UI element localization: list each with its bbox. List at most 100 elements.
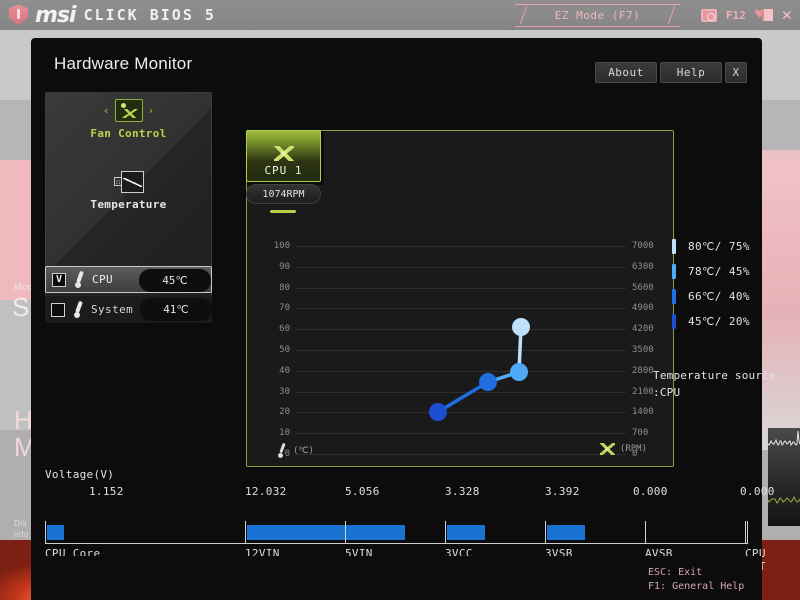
msi-brand-text: msi xyxy=(35,3,76,28)
voltage-tick xyxy=(45,521,46,543)
voltage-tick xyxy=(745,521,746,543)
voltage-baseline xyxy=(45,543,748,544)
legend-swatch xyxy=(672,239,676,254)
voltage-value-3vsb: 3.392 xyxy=(545,485,580,498)
close-icon[interactable]: ✕ xyxy=(782,7,792,24)
sidebar-item-fan-control[interactable]: ‹ › Fan Control xyxy=(46,99,211,140)
fan-tab-cpu1[interactable]: CPU 1 xyxy=(246,130,321,182)
voltage-bar-3vcc xyxy=(447,525,485,540)
voltage-bars: 1.152 CPU Core 12.032 12VIN 5.056 5VIN 3.328 3V… xyxy=(45,485,748,563)
y-axis-tick-left: 20 xyxy=(256,407,290,417)
y-axis-tick-left: 70 xyxy=(256,303,290,313)
sensor-value-cpu: 45℃ xyxy=(139,269,211,292)
background-dis-text: Dis xyxy=(14,519,27,528)
fan-tab-indicator xyxy=(270,210,296,213)
legend-label: 45℃/ 20% xyxy=(688,315,750,328)
next-arrow-icon[interactable]: › xyxy=(148,104,155,117)
camera-icon[interactable] xyxy=(701,9,717,22)
legend-swatch xyxy=(672,289,676,304)
top-toolbar: msi CLICK BIOS 5 EZ Mode (F7) F12 ✕ xyxy=(0,0,800,30)
page-title: Hardware Monitor xyxy=(54,54,192,74)
legend-label: 78℃/ 45% xyxy=(688,265,750,278)
legend-swatch xyxy=(672,264,676,279)
voltage-value-12vin: 12.032 xyxy=(245,485,287,498)
click-bios-title: CLICK BIOS 5 xyxy=(84,6,216,24)
fan-icon xyxy=(274,146,294,161)
system-checkbox[interactable] xyxy=(51,303,65,317)
sensor-row-system[interactable]: System 41℃ xyxy=(45,296,212,323)
y-axis-tick-left: 60 xyxy=(256,324,290,334)
window-button-group: About Help X xyxy=(595,62,747,83)
chart-legend: 80℃/ 75% 78℃/ 45% 66℃/ 40% 45℃/ 20% xyxy=(672,236,800,336)
y-axis-tick-right: 700 xyxy=(632,428,672,438)
voltage-section: Voltage(V) 1.152 CPU Core 12.032 12VIN 5.056… xyxy=(45,468,748,563)
temperature-chart-icon: ☐ xyxy=(114,171,144,193)
x-axis-unit: (℃) xyxy=(293,446,314,456)
y-axis-tick-left: 100 xyxy=(256,241,290,251)
help-hints: ESC: Exit F1: General Help xyxy=(648,566,800,594)
sidebar-item-temperature[interactable]: ☐ Temperature xyxy=(46,171,211,211)
fan-curve-point-2[interactable] xyxy=(510,363,528,381)
fan-curve-point-1[interactable] xyxy=(479,373,497,391)
fan-curve-point-0[interactable] xyxy=(429,403,447,421)
prev-arrow-icon[interactable]: ‹ xyxy=(103,104,110,117)
temperature-source-label: Temperature source xyxy=(653,367,800,384)
y-axis-tick-left: 30 xyxy=(256,387,290,397)
ez-mode-button[interactable]: EZ Mode (F7) xyxy=(515,4,680,26)
fan-chart-icon xyxy=(115,99,143,122)
legend-row-0: 80℃/ 75% xyxy=(672,236,800,257)
y-axis-tick-left: 50 xyxy=(256,345,290,355)
sidebar-label-temperature: Temperature xyxy=(46,198,211,211)
favorites-icon[interactable] xyxy=(755,8,773,22)
cpu-checkbox[interactable]: V xyxy=(52,273,66,287)
fan-control-icon-row: ‹ › xyxy=(46,99,211,122)
fan-rpm-readout: 1074RPM xyxy=(246,184,321,204)
y-axis-tick-right: 6300 xyxy=(632,262,672,272)
voltage-bar-5vin xyxy=(347,525,405,540)
legend-row-3: 45℃/ 20% xyxy=(672,311,800,332)
legend-label: 66℃/ 40% xyxy=(688,290,750,303)
sensor-row-cpu[interactable]: V CPU 45℃ xyxy=(45,266,212,293)
chart-axis-icons: (℃) (RPM) xyxy=(247,443,675,463)
fan-curve-point-3[interactable] xyxy=(512,318,530,336)
legend-label: 80℃/ 75% xyxy=(688,240,750,253)
temperature-waveform xyxy=(123,178,142,187)
temperature-source-value: :CPU xyxy=(653,384,800,401)
hint-esc: ESC: Exit xyxy=(648,566,800,580)
voltage-tick-end xyxy=(747,521,748,543)
screenshot-key-label: F12 xyxy=(726,9,746,22)
about-button[interactable]: About xyxy=(595,62,657,83)
y-axis-tick-left: 90 xyxy=(256,262,290,272)
voltage-value-cpu-core: 1.152 xyxy=(89,485,124,498)
voltage-tick xyxy=(345,521,346,543)
y-axis-tick-right: 4900 xyxy=(632,303,672,313)
legend-swatch xyxy=(672,314,676,329)
voltage-value-cpu-vtt: 0.000 xyxy=(740,485,775,498)
toolbar-icon-group: F12 ✕ xyxy=(701,0,792,30)
fan-icon xyxy=(600,443,615,455)
y-axis-tick-left: 40 xyxy=(256,366,290,376)
y-axis-tick-right: 3500 xyxy=(632,345,672,355)
y-axis-tick-right: 7000 xyxy=(632,241,672,251)
ez-mode-line-bottom xyxy=(515,26,680,27)
y-axis-tick-right: 5600 xyxy=(632,283,672,293)
close-window-button[interactable]: X xyxy=(725,62,747,83)
voltage-tick xyxy=(445,521,446,543)
voltage-value-avsb: 0.000 xyxy=(633,485,668,498)
voltage-title: Voltage(V) xyxy=(45,468,748,481)
y-axis-tick-right: 4200 xyxy=(632,324,672,334)
hardware-monitor-window: Hardware Monitor About Help X ‹ › Fan Co… xyxy=(31,38,762,556)
fan-curve-plot[interactable]: 100 7000 90 6300 80 5600 70 4900 60 4200 50 3500 40 2… xyxy=(296,246,626,454)
y-axis-tick-left: 80 xyxy=(256,283,290,293)
thermometer-icon xyxy=(73,271,86,288)
legend-row-1: 78℃/ 45% xyxy=(672,261,800,282)
thermometer-icon xyxy=(72,301,85,318)
hint-f1: F1: General Help xyxy=(648,580,800,594)
fan-tab-label: CPU 1 xyxy=(264,164,302,177)
help-button[interactable]: Help xyxy=(660,62,722,83)
bios-screen: Mode SI H M Dis info SY EXPLORER msi CLI… xyxy=(0,0,800,600)
voltage-bar-3vsb xyxy=(547,525,585,540)
background-info-text: info xyxy=(14,530,29,539)
temperature-source-block: Temperature source :CPU xyxy=(653,367,800,401)
voltage-value-3vcc: 3.328 xyxy=(445,485,480,498)
